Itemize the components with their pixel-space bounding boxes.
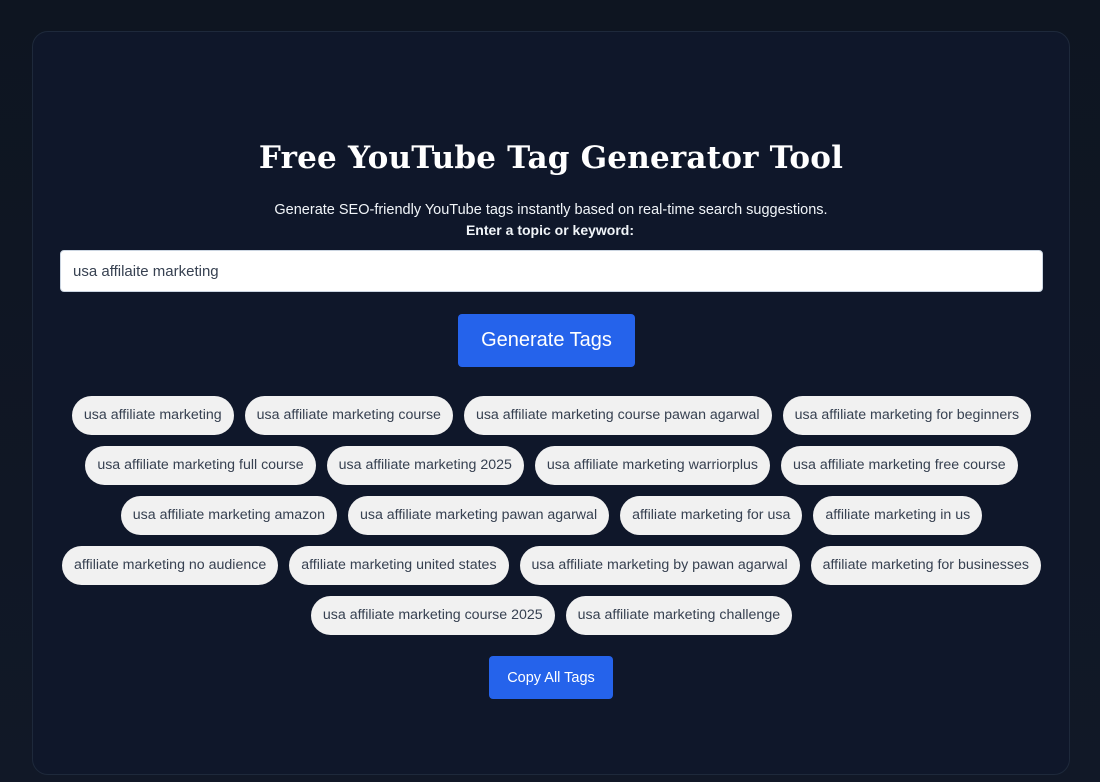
- copy-all-tags-button[interactable]: Copy All Tags: [489, 656, 613, 699]
- page-title: Free YouTube Tag Generator Tool: [258, 140, 844, 176]
- tag-list: usa affiliate marketing usa affiliate mar…: [60, 396, 1043, 635]
- tag-chip[interactable]: usa affiliate marketing challenge: [565, 596, 793, 635]
- keyword-label: Enter a topic or keyword:: [465, 222, 635, 238]
- tag-chip[interactable]: usa affiliate marketing course 2025: [310, 596, 555, 635]
- tag-chip[interactable]: usa affiliate marketing 2025: [326, 446, 524, 485]
- tag-chip[interactable]: affiliate marketing for businesses: [810, 546, 1041, 585]
- tag-chip[interactable]: usa affiliate marketing course: [244, 396, 453, 435]
- page-subtitle: Generate SEO-friendly YouTube tags insta…: [274, 202, 828, 218]
- tag-chip[interactable]: usa affiliate marketing for beginners: [782, 396, 1032, 435]
- tag-chip[interactable]: affiliate marketing no audience: [62, 546, 279, 585]
- tag-chip[interactable]: affiliate marketing united states: [289, 546, 509, 585]
- generate-tags-button[interactable]: Generate Tags: [458, 314, 635, 367]
- tag-chip[interactable]: usa affiliate marketing amazon: [120, 496, 337, 535]
- tag-chip[interactable]: usa affiliate marketing free course: [781, 446, 1018, 485]
- tag-chip[interactable]: affiliate marketing in us: [813, 496, 983, 535]
- keyword-input[interactable]: [60, 250, 1043, 292]
- tag-chip[interactable]: usa affiliate marketing by pawan agarwal: [519, 546, 800, 585]
- tag-chip[interactable]: usa affiliate marketing course pawan aga…: [463, 396, 772, 435]
- tag-chip[interactable]: affiliate marketing for usa: [620, 496, 803, 535]
- tag-chip[interactable]: usa affiliate marketing pawan agarwal: [347, 496, 610, 535]
- tag-chip[interactable]: usa affiliate marketing full course: [85, 446, 316, 485]
- tag-chip[interactable]: usa affiliate marketing: [71, 396, 234, 435]
- tag-chip[interactable]: usa affiliate marketing warriorplus: [534, 446, 770, 485]
